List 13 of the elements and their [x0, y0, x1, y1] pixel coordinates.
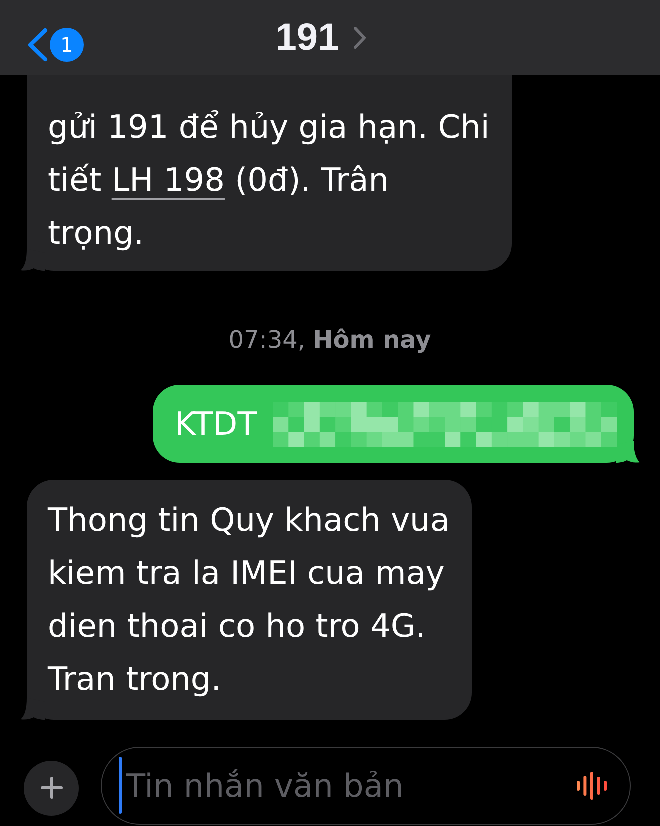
text-link[interactable]: LH 198	[112, 161, 225, 199]
chevron-left-icon[interactable]	[28, 28, 48, 62]
chevron-right-icon[interactable]	[354, 26, 366, 48]
unread-count-badge: 1	[50, 28, 84, 62]
cursor-icon	[119, 757, 122, 814]
message-text: gửi 191 để hủy gia hạn. Chi tiết LH 198 (0đ). Trân trọng.	[48, 107, 491, 254]
contact-title[interactable]: 191	[276, 16, 340, 60]
message-text: KTDT	[175, 404, 258, 444]
timestamp: 07:34, Hôm nay	[228, 325, 432, 355]
waveform-icon[interactable]	[577, 772, 607, 800]
message-text: Thong tin Quy khach vua kiem tra la IMEI cua may dien thoai co ho tro 4G. Tran trong.	[48, 500, 451, 700]
message-input-field[interactable]: Tin nhắn văn bản	[101, 747, 631, 825]
plus-icon	[40, 777, 62, 799]
